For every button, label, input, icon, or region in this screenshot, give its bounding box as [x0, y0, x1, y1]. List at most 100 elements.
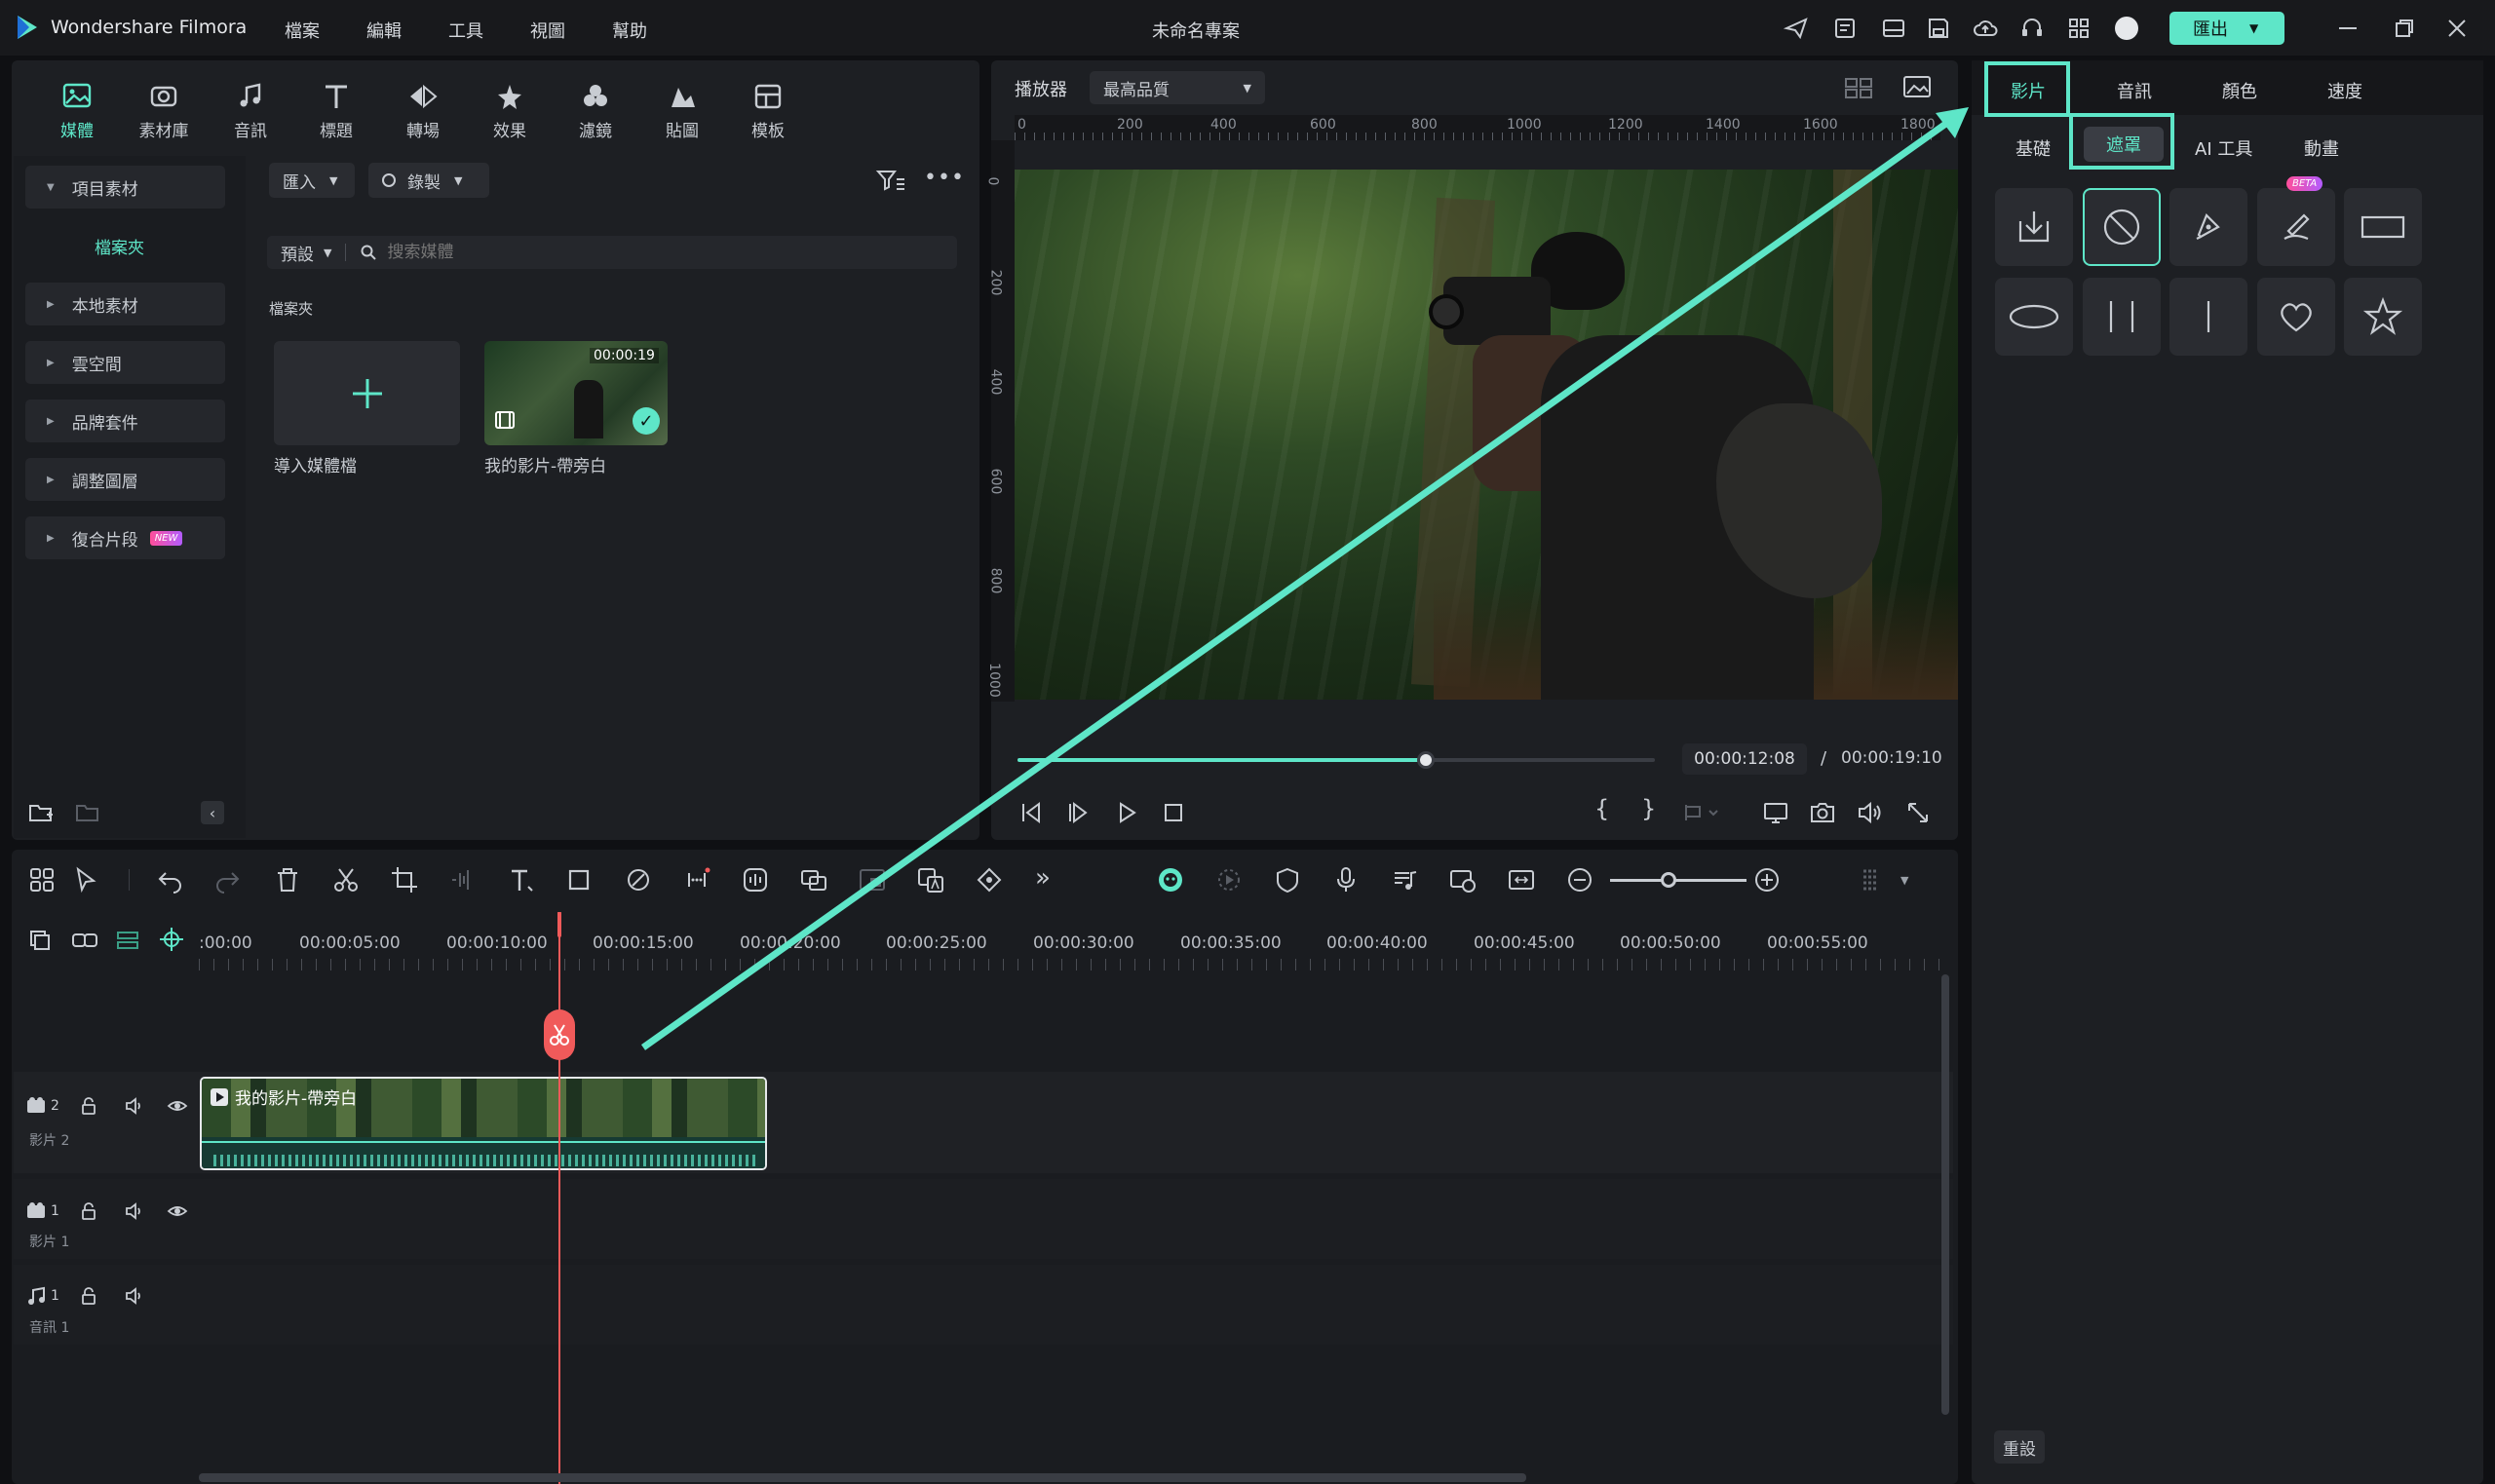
- mask-import[interactable]: [1995, 188, 2073, 266]
- mark-out-icon[interactable]: }: [1641, 795, 1656, 822]
- task-list-icon[interactable]: [1832, 16, 1858, 41]
- marker-shield-icon[interactable]: [1273, 865, 1302, 894]
- mask-star[interactable]: [2344, 278, 2422, 356]
- select-pointer-icon[interactable]: [72, 865, 101, 894]
- lock-icon[interactable]: [79, 1286, 98, 1306]
- sort-select[interactable]: 預設: [281, 241, 314, 265]
- current-time[interactable]: 00:00:12:08: [1682, 743, 1807, 775]
- more-tools-icon[interactable]: [682, 865, 711, 894]
- mask-none[interactable]: [2083, 188, 2161, 266]
- user-avatar[interactable]: [2115, 17, 2138, 40]
- collapse-sidebar-icon[interactable]: ‹: [201, 801, 224, 824]
- stop-icon[interactable]: [1160, 799, 1187, 826]
- import-media-tile[interactable]: [274, 341, 460, 445]
- redo-icon[interactable]: [212, 865, 242, 894]
- layout-icon[interactable]: [1881, 16, 1906, 41]
- restore-icon[interactable]: [2394, 18, 2415, 39]
- split-playhead-button[interactable]: [544, 1009, 575, 1060]
- zoom-out-icon[interactable]: [1565, 865, 1594, 894]
- audio-adjust-icon[interactable]: [448, 865, 478, 894]
- folder-icon[interactable]: [74, 801, 101, 824]
- eye-icon[interactable]: [167, 1096, 188, 1116]
- tab-audio[interactable]: 音訊: [216, 82, 285, 141]
- zoom-slider[interactable]: [1610, 879, 1746, 882]
- mask-double-line[interactable]: [2083, 278, 2161, 356]
- chevron-down-icon[interactable]: ▼: [324, 247, 331, 259]
- menu-edit[interactable]: 編輯: [366, 18, 402, 43]
- video-preview[interactable]: [1015, 170, 1958, 700]
- menu-file[interactable]: 檔案: [285, 18, 320, 43]
- sidebar-item-brand-kit[interactable]: ▶ 品牌套件: [25, 400, 225, 442]
- search-input[interactable]: [387, 243, 934, 262]
- more-options-icon[interactable]: •••: [924, 166, 965, 190]
- menu-view[interactable]: 視圖: [530, 18, 565, 43]
- mark-in-icon[interactable]: {: [1594, 795, 1609, 822]
- subtab-ai-tools[interactable]: AI 工具: [2195, 135, 2252, 161]
- track-layout-icon[interactable]: [115, 928, 140, 953]
- split-scissors-icon[interactable]: [331, 865, 361, 894]
- tab-transitions[interactable]: 轉場: [389, 82, 457, 141]
- rectangle-tool-icon[interactable]: [565, 865, 595, 894]
- snap-magnet-icon[interactable]: [158, 926, 185, 953]
- subtab-mask[interactable]: 遮罩: [2084, 127, 2164, 162]
- chevron-down-icon[interactable]: ▼: [1900, 874, 1908, 887]
- link-icon[interactable]: [70, 928, 99, 953]
- tab-effects[interactable]: 效果: [476, 82, 544, 141]
- tab-audio-props[interactable]: 音訊: [2117, 78, 2152, 103]
- fit-timeline-icon[interactable]: [1507, 865, 1536, 894]
- sidebar-item-project-media[interactable]: ▼ 項目素材: [25, 166, 225, 209]
- fullscreen-icon[interactable]: [1904, 799, 1932, 826]
- quality-select[interactable]: 最高品質 ▼: [1090, 71, 1265, 104]
- mask-tool-icon[interactable]: [624, 865, 653, 894]
- prev-frame-icon[interactable]: [1017, 799, 1045, 826]
- layout-grid-icon[interactable]: [27, 865, 57, 894]
- lock-icon[interactable]: [79, 1096, 98, 1116]
- clip-thumbnail[interactable]: 00:00:19 ✓: [484, 341, 668, 445]
- keyframe-icon[interactable]: [975, 865, 1004, 894]
- insert-clip-icon[interactable]: [1682, 799, 1721, 826]
- volume-icon[interactable]: [1856, 799, 1883, 826]
- track-settings-icon[interactable]: [1856, 865, 1885, 894]
- apps-grid-icon[interactable]: [2066, 16, 2092, 41]
- save-icon[interactable]: [1926, 16, 1951, 41]
- delete-icon[interactable]: [273, 865, 302, 894]
- microphone-icon[interactable]: [1331, 865, 1361, 894]
- add-track-icon[interactable]: [27, 928, 53, 953]
- camera-snapshot-icon[interactable]: [1809, 799, 1836, 826]
- mask-pen[interactable]: [2169, 188, 2247, 266]
- cloud-upload-icon[interactable]: [1973, 16, 1998, 41]
- tab-titles[interactable]: 標題: [302, 82, 370, 141]
- tab-media[interactable]: 媒體: [43, 82, 111, 141]
- sidebar-item-cloud[interactable]: ▶ 雲空間: [25, 341, 225, 384]
- menu-help[interactable]: 幫助: [612, 18, 647, 43]
- mask-draw[interactable]: BETA: [2257, 176, 2335, 266]
- tab-speed[interactable]: 速度: [2327, 78, 2362, 103]
- mask-single-line[interactable]: [2169, 278, 2247, 356]
- send-icon[interactable]: [1784, 16, 1809, 41]
- timeline-horizontal-scrollbar[interactable]: [199, 1473, 1526, 1482]
- mask-heart[interactable]: [2257, 278, 2335, 356]
- zoom-slider-handle[interactable]: [1661, 872, 1676, 888]
- tab-color[interactable]: 顏色: [2222, 78, 2257, 103]
- lock-icon[interactable]: [79, 1201, 98, 1221]
- mask-rectangle[interactable]: [2344, 188, 2422, 266]
- eye-icon[interactable]: [167, 1201, 188, 1221]
- minimize-icon[interactable]: [2339, 27, 2357, 29]
- sidebar-item-compound-clip[interactable]: ▶ 復合片段 NEW: [25, 516, 225, 559]
- export-dropdown-icon[interactable]: ▼: [2249, 21, 2258, 35]
- render-preview-icon[interactable]: [1214, 865, 1244, 894]
- music-list-icon[interactable]: [1390, 865, 1419, 894]
- playback-progress[interactable]: [1017, 751, 1655, 769]
- image-snapshot-icon[interactable]: [1902, 74, 1932, 99]
- timeline-clip[interactable]: 我的影片-帶旁白: [200, 1077, 767, 1170]
- export-button[interactable]: 匯出 ▼: [2169, 12, 2284, 45]
- expand-toolbar-icon[interactable]: »: [1035, 863, 1051, 893]
- timeline-vertical-scrollbar[interactable]: [1941, 974, 1949, 1415]
- volume-icon[interactable]: [124, 1286, 145, 1306]
- reset-button[interactable]: 重設: [1994, 1430, 2045, 1464]
- audio-waveform-icon[interactable]: [741, 865, 770, 894]
- text-icon[interactable]: [507, 865, 536, 894]
- sidebar-item-local[interactable]: ▶ 本地素材: [25, 283, 225, 325]
- menu-tools[interactable]: 工具: [448, 18, 483, 43]
- play-icon[interactable]: [1113, 799, 1140, 826]
